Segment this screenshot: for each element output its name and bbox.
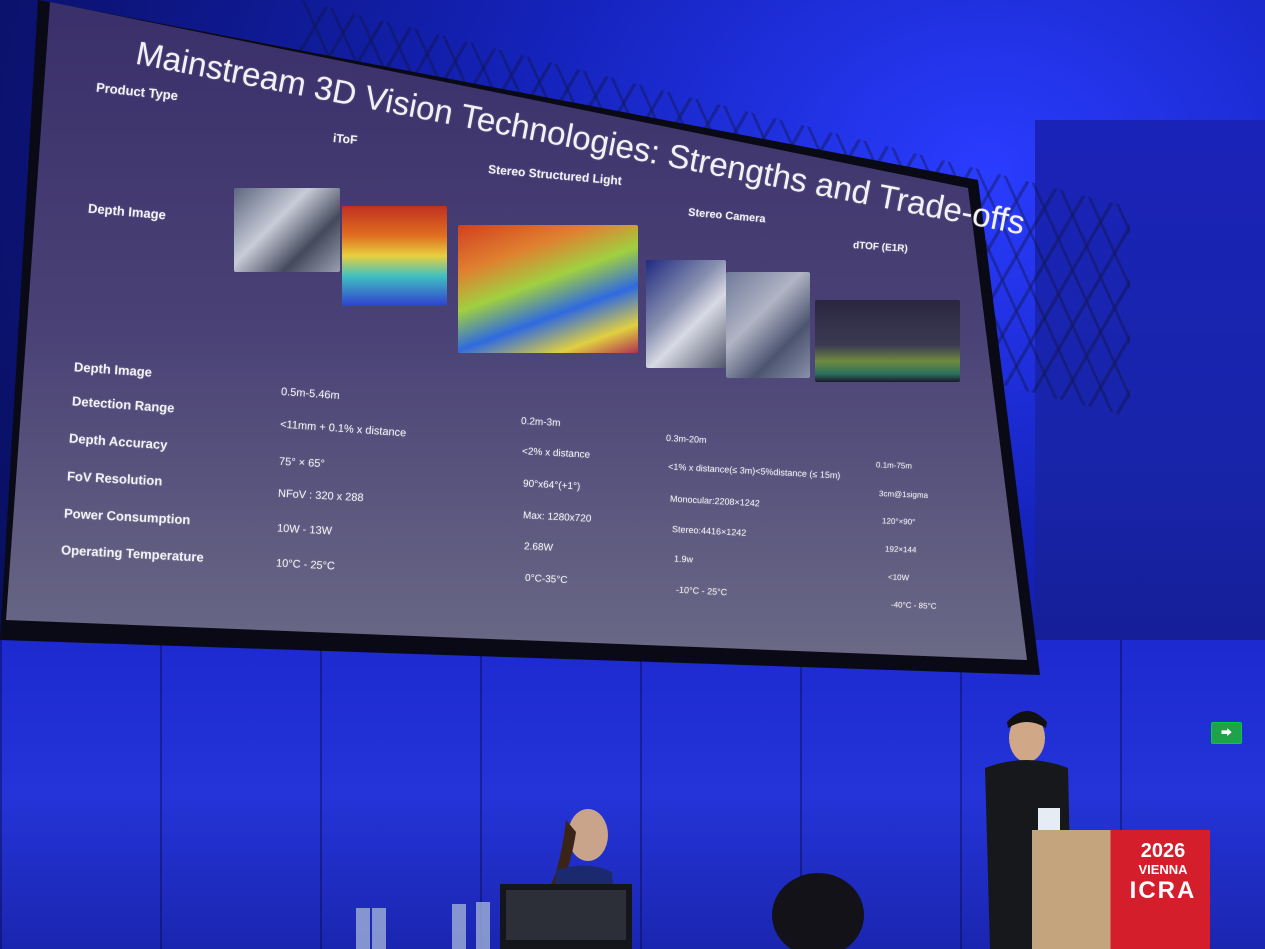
water-bottle	[356, 908, 370, 949]
audience-and-speakers	[356, 711, 1072, 949]
logo-city: VIENNA	[1138, 862, 1188, 877]
logo-year: 2026	[1140, 840, 1186, 862]
logo-name: ICRA	[1129, 877, 1197, 904]
conference-logo: 2026 VIENNA ICRA	[1118, 840, 1208, 905]
audience-head	[772, 873, 864, 949]
